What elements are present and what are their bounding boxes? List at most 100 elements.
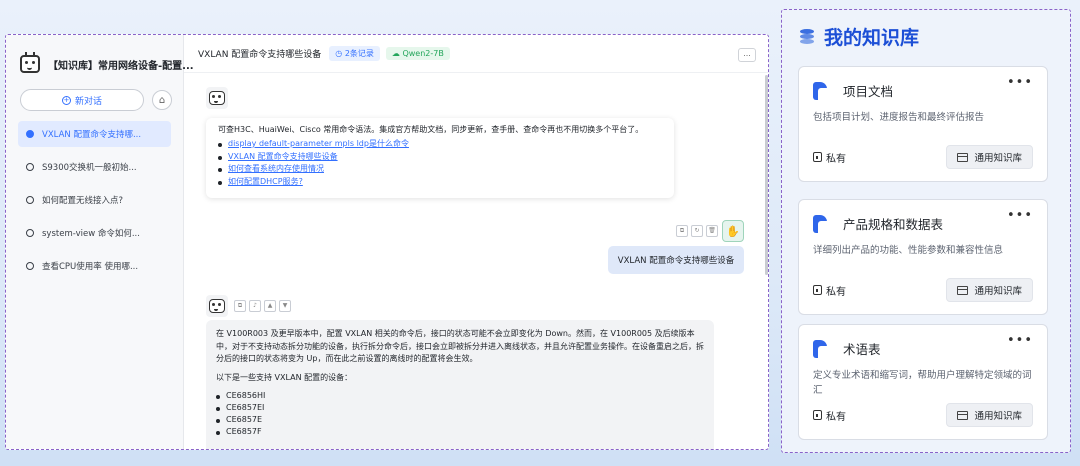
privacy-text: 私有 bbox=[826, 286, 846, 298]
kb-header: 【知识库】常用网络设备-配置... bbox=[6, 35, 194, 75]
kb-card-name: 术语表 bbox=[843, 342, 881, 357]
chat-bubble-icon bbox=[26, 262, 34, 270]
privacy-text: 私有 bbox=[826, 153, 846, 165]
lock-icon bbox=[813, 152, 822, 162]
kb-card-more-button[interactable]: ••• bbox=[1007, 208, 1033, 223]
answer-message: 在 V100R003 及更早版本中，配置 VXLAN 相关的命令后，接口的状态可… bbox=[206, 320, 714, 449]
scrollbar[interactable] bbox=[765, 75, 768, 275]
hand-icon: ✋ bbox=[726, 224, 740, 238]
more-options-label: ... bbox=[743, 49, 751, 58]
suggested-question-link[interactable]: 如何配置DHCP服务? bbox=[228, 177, 303, 186]
home-icon: ⌂ bbox=[158, 94, 166, 106]
chat-window: 【知识库】常用网络设备-配置... + 新对话 ⌂ VXLAN 配置命令支持哪.… bbox=[5, 34, 769, 450]
thumbs-up-icon[interactable]: ▲ bbox=[264, 300, 276, 312]
kb-card-more-button[interactable]: ••• bbox=[1007, 333, 1033, 348]
chat-topbar: VXLAN 配置命令支持哪些设备 ◷ 2条记录 ☁ Qwen2-7B ... bbox=[184, 35, 768, 73]
privacy-label: 私有 bbox=[813, 283, 846, 298]
bot-avatar bbox=[206, 87, 228, 109]
history-item[interactable]: 查看CPU使用率 使用哪... bbox=[18, 253, 171, 279]
history-item-label: 如何配置无线接入点? bbox=[42, 196, 124, 206]
chat-main: VXLAN 配置命令支持哪些设备 ◷ 2条记录 ☁ Qwen2-7B ... 可… bbox=[184, 35, 768, 449]
kb-logo-icon bbox=[813, 214, 829, 233]
kb-logo-icon bbox=[813, 339, 829, 358]
intro-message: 可查H3C、HuaiWei、Cisco 常用命令语法。集成官方帮助文档，同步更新… bbox=[206, 118, 674, 198]
history-item[interactable]: S9300交换机一般初始... bbox=[18, 154, 171, 180]
model-tag-label: Qwen2-7B bbox=[402, 49, 444, 58]
history-item-label: 查看CPU使用率 使用哪... bbox=[42, 262, 139, 272]
general-kb-button[interactable]: 通用知识库 bbox=[946, 403, 1033, 427]
server-icon bbox=[957, 152, 969, 162]
device-item: CE6856HI bbox=[216, 390, 704, 402]
history-item-label: VXLAN 配置命令支持哪... bbox=[42, 130, 142, 140]
records-tag-label: 2条记录 bbox=[344, 49, 374, 58]
kb-card[interactable]: 项目文档 ••• 包括项目计划、进度报告和最终评估报告 私有 通用知识库 bbox=[798, 66, 1048, 182]
records-tag[interactable]: ◷ 2条记录 bbox=[329, 46, 380, 61]
kb-card-more-button[interactable]: ••• bbox=[1007, 75, 1033, 90]
kb-card-desc: 详细列出产品的功能、性能参数和兼容性信息 bbox=[813, 245, 1004, 256]
suggested-question-link[interactable]: display default-parameter mpls ldp是什么命令 bbox=[228, 139, 409, 148]
answer-actions: ⧉ ♪ ▲ ▼ bbox=[234, 300, 291, 312]
general-kb-button[interactable]: 通用知识库 bbox=[946, 278, 1033, 302]
delete-icon[interactable]: 🗑 bbox=[706, 225, 718, 237]
model-tag[interactable]: ☁ Qwen2-7B bbox=[385, 47, 450, 60]
device-item: CE6857EI bbox=[216, 402, 704, 414]
privacy-label: 私有 bbox=[813, 150, 846, 165]
kb-card-name: 产品规格和数据表 bbox=[843, 217, 944, 232]
robot-icon bbox=[20, 52, 40, 73]
chat-bubble-icon bbox=[26, 163, 34, 171]
speaker-icon[interactable]: ♪ bbox=[249, 300, 261, 312]
copy-icon[interactable]: ⧉ bbox=[676, 225, 688, 237]
history-item-label: system-view 命令如何... bbox=[42, 229, 140, 239]
device-item: CE6857F bbox=[216, 426, 704, 438]
new-chat-label: 新对话 bbox=[74, 96, 102, 107]
device-item: CE6857E bbox=[216, 414, 704, 426]
general-kb-label: 通用知识库 bbox=[974, 286, 1022, 297]
bot-avatar bbox=[206, 295, 228, 317]
answer-list-intro: 以下是一些支持 VXLAN 配置的设备： bbox=[216, 372, 353, 382]
suggested-question-link[interactable]: VXLAN 配置命令支持哪些设备 bbox=[228, 152, 338, 161]
kb-title: 【知识库】常用网络设备-配置... bbox=[48, 60, 194, 72]
lock-icon bbox=[813, 285, 822, 295]
history-item-label: S9300交换机一般初始... bbox=[42, 163, 137, 173]
general-kb-button[interactable]: 通用知识库 bbox=[946, 145, 1033, 169]
intro-text: 可查H3C、HuaiWei、Cisco 常用命令语法。集成官方帮助文档，同步更新… bbox=[218, 125, 644, 134]
knowledge-base-panel: 我的知识库 项目文档 ••• 包括项目计划、进度报告和最终评估报告 私有 通用知… bbox=[781, 9, 1071, 453]
robot-icon bbox=[209, 91, 225, 105]
chat-bubble-icon bbox=[26, 229, 34, 237]
retry-icon[interactable]: ↻ bbox=[691, 225, 703, 237]
history-list: VXLAN 配置命令支持哪... S9300交换机一般初始... 如何配置无线接… bbox=[6, 121, 183, 279]
new-chat-button[interactable]: + 新对话 bbox=[20, 89, 144, 111]
answer-paragraph: 在 V100R003 及更早版本中，配置 VXLAN 相关的命令后，接口的状态可… bbox=[216, 329, 704, 363]
user-avatar: ✋ bbox=[722, 220, 744, 242]
kb-card-desc: 定义专业术语和缩写词，帮助用户理解特定领域的词汇 bbox=[813, 370, 1032, 396]
history-item[interactable]: VXLAN 配置命令支持哪... bbox=[18, 121, 171, 147]
general-kb-label: 通用知识库 bbox=[974, 411, 1022, 422]
database-stack-icon bbox=[800, 28, 816, 44]
panel-header: 我的知识库 bbox=[782, 10, 1070, 50]
server-icon bbox=[957, 285, 969, 295]
history-item[interactable]: system-view 命令如何... bbox=[18, 220, 171, 246]
copy-icon[interactable]: ⧉ bbox=[234, 300, 246, 312]
more-options-button[interactable]: ... bbox=[738, 48, 756, 62]
user-message: VXLAN 配置命令支持哪些设备 bbox=[608, 246, 744, 274]
chat-title: VXLAN 配置命令支持哪些设备 bbox=[198, 50, 322, 60]
thumbs-down-icon[interactable]: ▼ bbox=[279, 300, 291, 312]
suggested-question-link[interactable]: 如何查看系统内存使用情况 bbox=[228, 164, 324, 173]
kb-card[interactable]: 产品规格和数据表 ••• 详细列出产品的功能、性能参数和兼容性信息 私有 通用知… bbox=[798, 199, 1048, 315]
user-message-actions: ⧉ ↻ 🗑 bbox=[676, 225, 718, 237]
conversation-sidebar: 【知识库】常用网络设备-配置... + 新对话 ⌂ VXLAN 配置命令支持哪.… bbox=[6, 35, 194, 449]
kb-logo-icon bbox=[813, 81, 829, 100]
home-button[interactable]: ⌂ bbox=[152, 90, 172, 110]
kb-card-desc: 包括项目计划、进度报告和最终评估报告 bbox=[813, 112, 985, 123]
chat-bubble-icon bbox=[26, 196, 34, 204]
panel-title: 我的知识库 bbox=[824, 26, 920, 49]
kb-card[interactable]: 术语表 ••• 定义专业术语和缩写词，帮助用户理解特定领域的词汇 私有 通用知识… bbox=[798, 324, 1048, 440]
user-message-text: VXLAN 配置命令支持哪些设备 bbox=[617, 256, 735, 266]
history-item[interactable]: 如何配置无线接入点? bbox=[18, 187, 171, 213]
robot-icon bbox=[209, 299, 225, 313]
plus-icon: + bbox=[61, 95, 71, 105]
lock-icon bbox=[813, 410, 822, 420]
chat-bubble-icon bbox=[26, 130, 34, 138]
privacy-text: 私有 bbox=[826, 411, 846, 423]
general-kb-label: 通用知识库 bbox=[974, 153, 1022, 164]
